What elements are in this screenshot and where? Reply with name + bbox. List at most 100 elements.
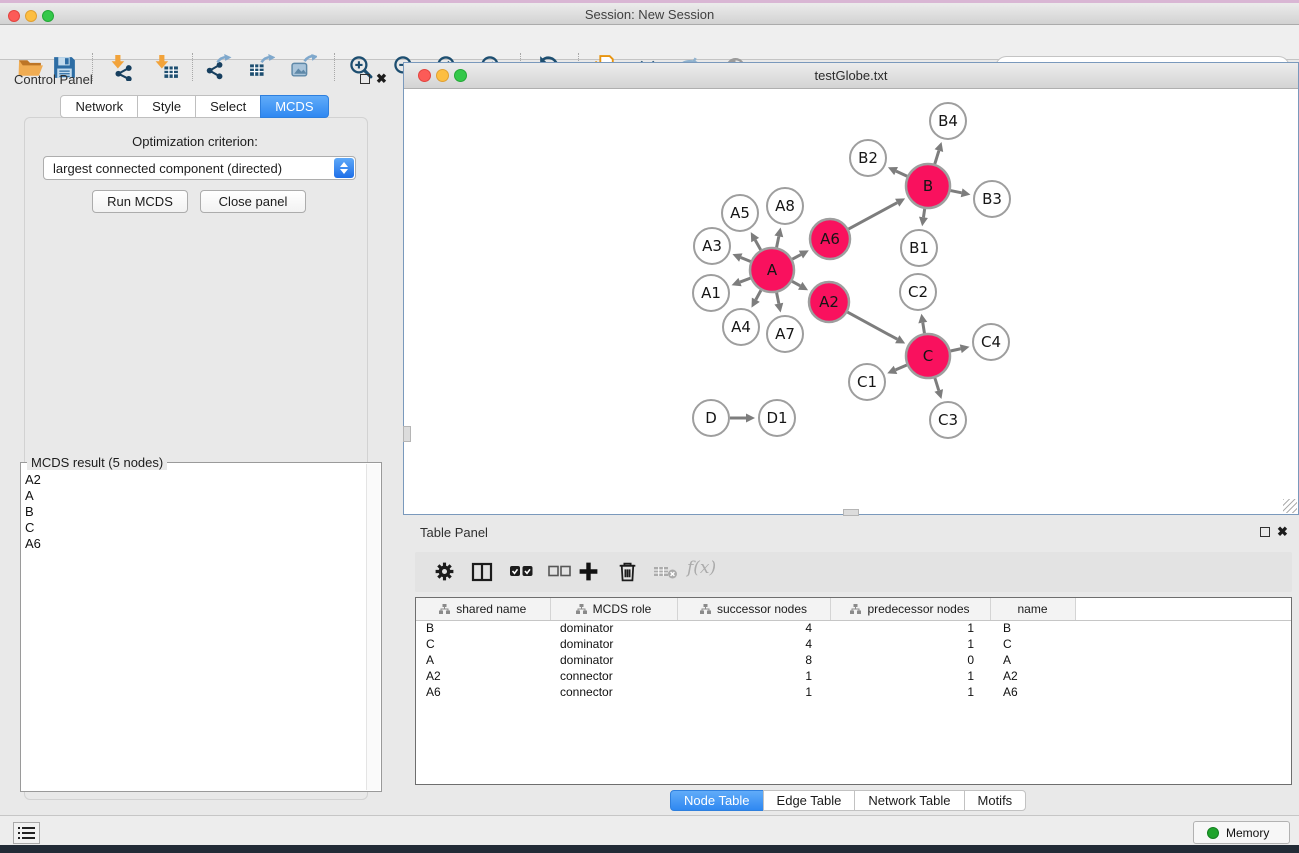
- table-cell[interactable]: A: [990, 652, 1075, 668]
- graph-node-C4[interactable]: C4: [973, 324, 1009, 360]
- table-cell[interactable]: dominator: [550, 636, 677, 652]
- table-cell[interactable]: A6: [416, 684, 550, 700]
- split-columns-icon[interactable]: [471, 561, 493, 588]
- table-cell-filler: [1075, 652, 1292, 668]
- table-cell[interactable]: B: [990, 620, 1075, 636]
- column-header-MCDS-role[interactable]: MCDS role: [550, 598, 677, 620]
- delete-column-icon[interactable]: [616, 560, 639, 588]
- table-cell-filler: [1075, 620, 1292, 636]
- graph-node-B1[interactable]: B1: [901, 230, 937, 266]
- table-row[interactable]: A2connector11A2: [416, 668, 1292, 684]
- table-cell[interactable]: 1: [677, 668, 830, 684]
- memory-button[interactable]: Memory: [1193, 821, 1290, 844]
- tab-edge-table[interactable]: Edge Table: [763, 790, 856, 811]
- svg-text:C4: C4: [981, 333, 1001, 351]
- graph-node-A7[interactable]: A7: [767, 316, 803, 352]
- deselect-checkboxes-icon[interactable]: [548, 565, 571, 583]
- graph-node-A1[interactable]: A1: [693, 275, 729, 311]
- control-panel-close-icon[interactable]: ✖: [376, 73, 387, 85]
- table-cell[interactable]: C: [990, 636, 1075, 652]
- graph-node-A3[interactable]: A3: [694, 228, 730, 264]
- tab-motifs[interactable]: Motifs: [964, 790, 1027, 811]
- table-cell[interactable]: C: [416, 636, 550, 652]
- optimization-criterion-select[interactable]: largest connected component (directed): [43, 156, 356, 180]
- import-network-icon[interactable]: [108, 54, 135, 81]
- tab-mcds[interactable]: MCDS: [260, 95, 328, 118]
- table-cell[interactable]: 1: [830, 636, 990, 652]
- graph-node-B2[interactable]: B2: [850, 140, 886, 176]
- add-column-icon[interactable]: [577, 560, 600, 588]
- graph-node-A6[interactable]: A6: [810, 219, 850, 259]
- tab-network[interactable]: Network: [60, 95, 138, 118]
- graph-node-A5[interactable]: A5: [722, 195, 758, 231]
- table-cell[interactable]: 1: [830, 668, 990, 684]
- run-mcds-button[interactable]: Run MCDS: [92, 190, 188, 213]
- graph-node-A[interactable]: A: [750, 248, 794, 292]
- splitter-handle-bottom[interactable]: [843, 509, 859, 516]
- graph-node-D[interactable]: D: [693, 400, 729, 436]
- column-header-predecessor-nodes[interactable]: predecessor nodes: [830, 598, 990, 620]
- table-cell[interactable]: 1: [830, 684, 990, 700]
- tab-select[interactable]: Select: [195, 95, 261, 118]
- session-title: Session: New Session: [0, 7, 1299, 22]
- table-row[interactable]: A6connector11A6: [416, 684, 1292, 700]
- tab-node-table[interactable]: Node Table: [670, 790, 764, 811]
- table-settings-gear-icon[interactable]: [433, 560, 456, 588]
- graph-node-B4[interactable]: B4: [930, 103, 966, 139]
- table-cell[interactable]: 4: [677, 636, 830, 652]
- table-panel-float-icon[interactable]: [1260, 527, 1270, 537]
- close-panel-button[interactable]: Close panel: [200, 190, 306, 213]
- table-cell[interactable]: A2: [416, 668, 550, 684]
- select-all-checkboxes-icon[interactable]: [510, 565, 533, 583]
- table-cell[interactable]: 1: [677, 684, 830, 700]
- table-cell[interactable]: 0: [830, 652, 990, 668]
- column-header-shared-name[interactable]: shared name: [416, 598, 550, 620]
- graph-node-C2[interactable]: C2: [900, 274, 936, 310]
- table-row[interactable]: Bdominator41B: [416, 620, 1292, 636]
- graph-node-A4[interactable]: A4: [723, 309, 759, 345]
- table-cell[interactable]: connector: [550, 668, 677, 684]
- column-header-name[interactable]: name: [990, 598, 1075, 620]
- tab-style[interactable]: Style: [137, 95, 196, 118]
- graph-edge-A-A5: [755, 240, 761, 250]
- table-cell[interactable]: connector: [550, 684, 677, 700]
- graph-node-C3[interactable]: C3: [930, 402, 966, 438]
- table-cell[interactable]: dominator: [550, 652, 677, 668]
- table-row[interactable]: Cdominator41C: [416, 636, 1292, 652]
- tab-network-table[interactable]: Network Table: [854, 790, 964, 811]
- mcds-result-title: MCDS result (5 nodes): [27, 455, 167, 470]
- graph-edge-C-C1: [896, 365, 907, 370]
- table-cell[interactable]: 4: [677, 620, 830, 636]
- table-row[interactable]: Adominator80A: [416, 652, 1292, 668]
- control-panel-float-icon[interactable]: [360, 74, 370, 84]
- import-table-icon[interactable]: [153, 54, 180, 81]
- mcds-result-item: B: [23, 504, 365, 520]
- graph-node-D1[interactable]: D1: [759, 400, 795, 436]
- table-cell[interactable]: 1: [830, 620, 990, 636]
- table-cell[interactable]: dominator: [550, 620, 677, 636]
- mcds-result-scrollbar[interactable]: [366, 464, 380, 790]
- export-network-icon[interactable]: [205, 54, 232, 81]
- table-cell[interactable]: A6: [990, 684, 1075, 700]
- graph-node-C1[interactable]: C1: [849, 364, 885, 400]
- svg-text:B3: B3: [982, 190, 1002, 208]
- graph-node-A8[interactable]: A8: [767, 188, 803, 224]
- table-cell[interactable]: A: [416, 652, 550, 668]
- network-graph[interactable]: A A6 A2 B C A5A8 A3 A1A4A7 B2 B4 B3 B1 C2 C4 C1 C3 D D1: [404, 89, 1298, 514]
- table-cell[interactable]: A2: [990, 668, 1075, 684]
- table-cell[interactable]: 8: [677, 652, 830, 668]
- export-image-icon[interactable]: [290, 54, 317, 81]
- network-resize-grip[interactable]: [1283, 499, 1297, 513]
- node-table-grid[interactable]: shared nameMCDS rolesuccessor nodesprede…: [416, 598, 1292, 700]
- graph-node-A2[interactable]: A2: [809, 282, 849, 322]
- column-header-successor-nodes[interactable]: successor nodes: [677, 598, 830, 620]
- graph-node-C[interactable]: C: [906, 334, 950, 378]
- graph-node-B[interactable]: B: [906, 164, 950, 208]
- export-table-icon[interactable]: [248, 54, 275, 81]
- graph-node-B3[interactable]: B3: [974, 181, 1010, 217]
- task-history-button[interactable]: [13, 822, 40, 844]
- graph-edge-A-A2: [792, 281, 800, 286]
- splitter-handle-left[interactable]: [403, 426, 411, 442]
- table-cell[interactable]: B: [416, 620, 550, 636]
- table-panel-close-icon[interactable]: ✖: [1277, 526, 1288, 538]
